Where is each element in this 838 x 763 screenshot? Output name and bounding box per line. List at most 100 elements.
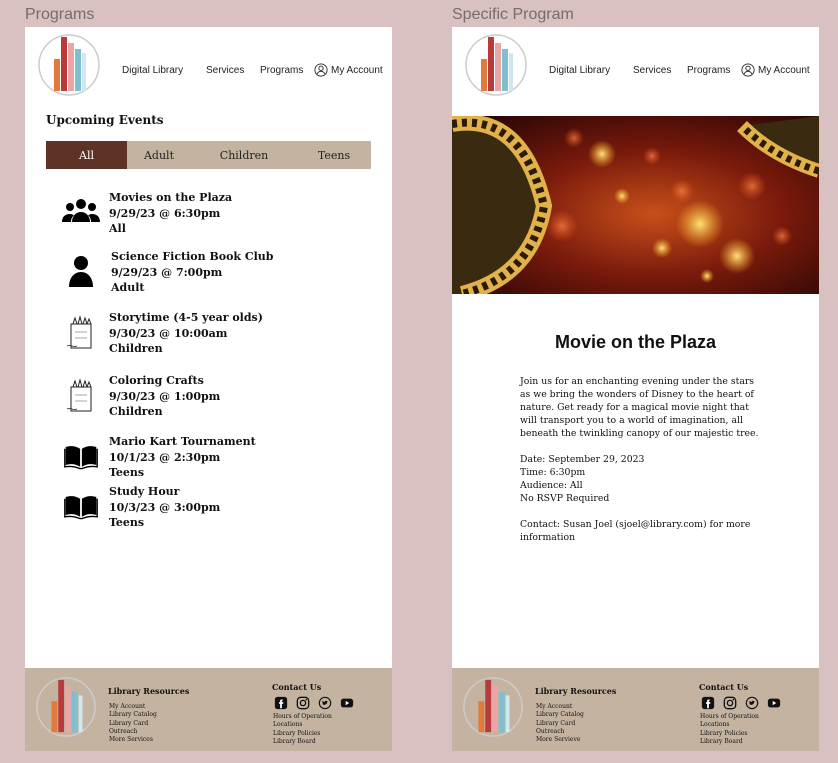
nav-programs[interactable]: Programs — [687, 65, 730, 76]
tab-all[interactable]: All — [46, 141, 127, 169]
crayons-icon — [61, 375, 101, 415]
footer-link[interactable]: My Account — [109, 703, 157, 711]
footer-logo — [35, 676, 97, 738]
footer-link[interactable]: Library Card — [109, 720, 157, 728]
my-account-label: My Account — [331, 64, 383, 76]
account-icon — [314, 63, 328, 77]
footer-link[interactable]: Library Policies — [273, 730, 332, 738]
event-name: Mario Kart Tournament — [109, 435, 256, 448]
my-account-label: My Account — [758, 64, 810, 76]
nav-my-account[interactable]: My Account — [314, 63, 383, 77]
event-item[interactable]: Mario Kart Tournament 10/1/23 @ 2:30pm T… — [61, 434, 361, 480]
open-book-icon — [63, 488, 99, 524]
event-audience: Children — [109, 342, 163, 355]
footer-link[interactable]: Outreach — [109, 728, 157, 736]
footer-link[interactable]: Library Card — [536, 720, 584, 728]
event-datetime: 9/30/23 @ 1:00pm — [109, 389, 221, 403]
event-name: Storytime (4-5 year olds) — [109, 311, 263, 324]
contact-list: Hours of Operation Locations Library Pol… — [273, 713, 332, 746]
person-icon — [61, 251, 101, 291]
site-footer: Library Resources My Account Library Cat… — [452, 668, 819, 751]
footer-logo — [462, 676, 524, 738]
footer-link[interactable]: Hours of Operation — [700, 713, 759, 721]
program-audience: Audience: All — [520, 480, 583, 491]
site-header: Digital Library Services Programs My Acc… — [452, 27, 819, 115]
library-logo[interactable] — [37, 33, 101, 97]
audience-tabs: All Adult Children Teens — [46, 141, 371, 169]
event-name: Movies on the Plaza — [109, 191, 233, 204]
nav-my-account[interactable]: My Account — [741, 63, 810, 77]
site-footer: Library Resources My Account Library Cat… — [25, 668, 392, 751]
footer-link[interactable]: Library Board — [700, 738, 759, 746]
resources-list: My Account Library Catalog Library Card … — [536, 703, 584, 744]
footer-link[interactable]: Library Catalog — [109, 711, 157, 719]
library-resources-heading: Library Resources — [535, 686, 617, 696]
event-name: Coloring Crafts — [109, 374, 204, 387]
event-datetime: 10/1/23 @ 2:30pm — [109, 450, 221, 464]
event-audience: Children — [109, 405, 163, 418]
contact-list: Hours of Operation Locations Library Pol… — [700, 713, 759, 746]
event-datetime: 9/29/23 @ 6:30pm — [109, 206, 221, 220]
program-contact: Contact: Susan Joel (sjoel@library.com) … — [520, 519, 751, 543]
facebook-icon[interactable] — [701, 696, 715, 710]
program-title: Movie on the Plaza — [554, 332, 717, 352]
library-resources-heading: Library Resources — [108, 686, 190, 696]
program-date: Date: September 29, 2023 — [520, 454, 645, 465]
event-item[interactable]: Movies on the Plaza 9/29/23 @ 6:30pm All — [61, 190, 361, 236]
event-audience: All — [109, 222, 126, 235]
event-name: Study Hour — [109, 485, 180, 498]
youtube-icon[interactable] — [340, 696, 354, 710]
tab-teens[interactable]: Teens — [297, 141, 371, 169]
social-links — [701, 696, 781, 710]
nav-digital-library[interactable]: Digital Library — [122, 65, 183, 76]
footer-link[interactable]: Library Board — [273, 738, 332, 746]
site-header: Digital Library Services Programs My Acc… — [25, 27, 392, 115]
program-rsvp: No RSVP Required — [520, 493, 610, 504]
event-item[interactable]: Storytime (4-5 year olds) 9/30/23 @ 10:0… — [61, 310, 361, 356]
group-icon — [61, 192, 101, 232]
instagram-icon[interactable] — [296, 696, 310, 710]
library-logo[interactable] — [464, 33, 528, 97]
nav-services[interactable]: Services — [633, 65, 671, 76]
resources-list: My Account Library Catalog Library Card … — [109, 703, 157, 744]
upcoming-events-heading: Upcoming Events — [46, 113, 164, 127]
footer-link[interactable]: Library Catalog — [536, 711, 584, 719]
event-item[interactable]: Coloring Crafts 9/30/23 @ 1:00pm Childre… — [61, 373, 361, 419]
program-details: Date: September 29, 2023 Time: 6:30pm Au… — [520, 453, 764, 505]
nav-services[interactable]: Services — [206, 65, 244, 76]
footer-link[interactable]: Locations — [700, 721, 759, 729]
footer-link[interactable]: Locations — [273, 721, 332, 729]
event-audience: Teens — [109, 516, 145, 529]
nav-programs[interactable]: Programs — [260, 65, 303, 76]
hero-image — [452, 116, 819, 294]
footer-link[interactable]: Library Policies — [700, 730, 759, 738]
event-item[interactable]: Science Fiction Book Club 9/29/23 @ 7:00… — [61, 249, 361, 295]
contact-us-heading: Contact Us — [699, 682, 749, 692]
open-book-icon — [63, 438, 99, 474]
twitter-icon[interactable] — [745, 696, 759, 710]
footer-link[interactable]: My Account — [536, 703, 584, 711]
specific-program-frame-label: Specific Program — [452, 6, 574, 23]
event-item[interactable]: Study Hour 10/3/23 @ 3:00pm Teens — [61, 484, 361, 530]
facebook-icon[interactable] — [274, 696, 288, 710]
tab-adult[interactable]: Adult — [127, 141, 191, 169]
tab-children[interactable]: Children — [191, 141, 297, 169]
nav-digital-library[interactable]: Digital Library — [549, 65, 610, 76]
twitter-icon[interactable] — [318, 696, 332, 710]
event-datetime: 10/3/23 @ 3:00pm — [109, 500, 221, 514]
footer-link[interactable]: More Servieve — [536, 736, 584, 744]
youtube-icon[interactable] — [767, 696, 781, 710]
programs-frame-label: Programs — [25, 6, 95, 23]
instagram-icon[interactable] — [723, 696, 737, 710]
program-description: Join us for an enchanting evening under … — [520, 376, 759, 439]
event-name: Science Fiction Book Club — [111, 250, 274, 263]
footer-link[interactable]: Hours of Operation — [273, 713, 332, 721]
account-icon — [741, 63, 755, 77]
event-datetime: 9/30/23 @ 10:00am — [109, 326, 228, 340]
event-datetime: 9/29/23 @ 7:00pm — [111, 265, 223, 279]
social-links — [274, 696, 354, 710]
event-audience: Teens — [109, 466, 145, 479]
programs-screen: Digital Library Services Programs My Acc… — [25, 27, 392, 751]
footer-link[interactable]: More Services — [109, 736, 157, 744]
footer-link[interactable]: Outreach — [536, 728, 584, 736]
